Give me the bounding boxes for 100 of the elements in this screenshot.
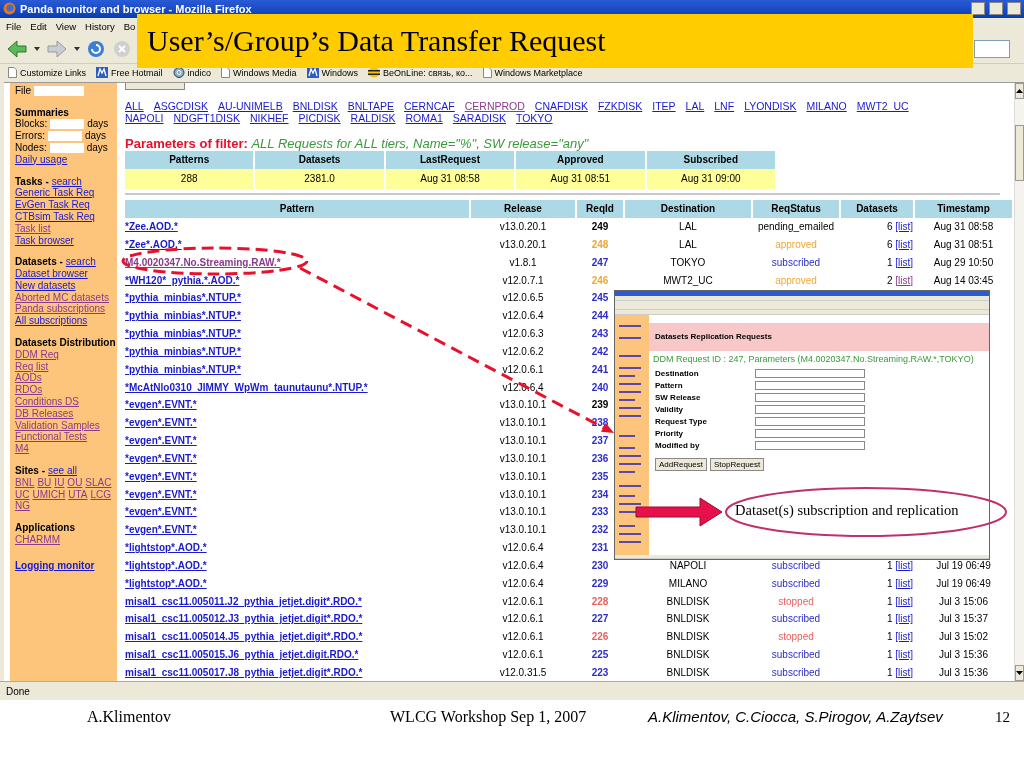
sidebar-link[interactable]: Aborted MC datasets <box>15 291 109 304</box>
sidebar-link[interactable]: Generic Task Req <box>15 187 95 200</box>
site-link[interactable]: NIKHEF <box>250 111 289 124</box>
pattern-link[interactable]: *lightstop*.AOD.* <box>125 542 207 554</box>
pattern-link[interactable]: *evgen*.EVNT.* <box>125 506 197 518</box>
menu-item[interactable]: View <box>55 21 77 33</box>
site-link[interactable]: BNLDISK <box>292 99 338 112</box>
pattern-link[interactable]: misal1_csc11.005011.J2_pythia_jetjet.digit*.RDO.* <box>125 595 362 607</box>
site-link[interactable]: ALL <box>125 99 144 112</box>
sidebar-link[interactable]: search <box>65 256 96 269</box>
site-link[interactable]: CERNCAF <box>403 99 455 112</box>
maximize-button[interactable] <box>989 2 1003 16</box>
sidebar-link[interactable]: SLAC <box>85 476 112 489</box>
sidebar-link[interactable]: Task list <box>15 222 51 235</box>
list-link[interactable]: [list] <box>895 256 913 268</box>
sidebar-link[interactable]: Logging monitor <box>15 559 95 572</box>
sidebar-link[interactable]: Dataset browser <box>15 268 88 280</box>
form-field[interactable] <box>755 440 865 450</box>
menu-item[interactable]: Bo <box>123 21 136 33</box>
sidebar-link[interactable]: Conditions DS <box>15 396 79 408</box>
sidebar-link[interactable]: IU <box>54 476 65 489</box>
sidebar-link[interactable]: M4 <box>15 443 29 456</box>
site-link[interactable]: SARADISK <box>452 111 506 124</box>
pattern-link[interactable]: *evgen*.EVNT.* <box>125 524 197 536</box>
scrollbar-thumb[interactable] <box>1015 124 1024 181</box>
pattern-link[interactable]: *pythia_minbias*.NTUP.* <box>125 363 241 375</box>
bookmark-link[interactable]: indico <box>187 67 212 78</box>
pattern-link[interactable]: misal1_csc11.005012.J3_pythia_jetjet.digit*.RDO.* <box>125 613 363 625</box>
pattern-link[interactable]: misal1_csc11.005017.J8_pythia_jetjet.digit*.RDO.* <box>125 666 363 678</box>
sidebar-link[interactable]: NG <box>15 500 30 513</box>
site-link[interactable]: RALDISK <box>350 111 396 124</box>
form-field[interactable] <box>755 416 865 426</box>
sidebar-link[interactable]: UC <box>15 488 30 501</box>
scroll-up-button[interactable] <box>1015 82 1024 99</box>
sidebar-link[interactable]: Req list <box>15 360 49 373</box>
sidebar-link[interactable]: EvGen Task Req <box>15 199 90 211</box>
sidebar-link[interactable]: search <box>51 175 82 188</box>
minimize-button[interactable] <box>971 2 985 16</box>
bookmark-link[interactable]: Windows <box>321 67 359 78</box>
sidebar-link[interactable]: All subscriptions <box>15 315 88 328</box>
list-link[interactable]: [list] <box>895 613 913 625</box>
menu-item[interactable]: History <box>85 21 115 33</box>
form-field[interactable] <box>755 368 865 378</box>
bookmark-link[interactable]: Free Hotmail <box>111 67 163 78</box>
list-link[interactable]: [list] <box>895 559 913 571</box>
file-field[interactable] <box>34 85 85 96</box>
site-link[interactable]: ROMA1 <box>405 111 443 124</box>
forward-icon[interactable] <box>46 39 68 60</box>
form-field[interactable] <box>755 392 865 402</box>
reload-icon[interactable] <box>86 39 106 60</box>
sidebar-link[interactable]: Validation Samples <box>15 419 100 432</box>
site-link[interactable]: LYONDISK <box>744 99 797 112</box>
sidebar-link[interactable]: Task browser <box>15 234 74 247</box>
caret-icon[interactable] <box>34 47 40 52</box>
pattern-link[interactable]: *WH120*_pythia.*.AOD.* <box>125 274 240 286</box>
pattern-link[interactable]: *Zee.AOD.* <box>125 221 178 233</box>
site-link[interactable]: LNF <box>714 99 735 112</box>
pattern-link[interactable]: *pythia_minbias*.NTUP.* <box>125 328 241 340</box>
site-link[interactable]: MILANO <box>806 99 847 112</box>
bookmark-link[interactable]: Customize Links <box>20 67 87 78</box>
close-button[interactable] <box>1007 2 1021 16</box>
sidebar-link[interactable]: DDM Req <box>15 348 59 361</box>
scroll-down-button[interactable] <box>1015 665 1024 682</box>
list-link[interactable]: [list] <box>895 666 913 678</box>
pattern-link[interactable]: *McAtNlo0310_JIMMY_WpWm_taunutaunu*.NTUP.* <box>125 381 368 393</box>
pattern-link[interactable]: *evgen*.EVNT.* <box>125 417 197 429</box>
pattern-link[interactable]: *evgen*.EVNT.* <box>125 488 197 500</box>
sidebar-link[interactable]: OU <box>67 476 83 489</box>
site-link[interactable]: NDGFT1DISK <box>173 111 241 124</box>
site-link[interactable]: ITEP <box>652 99 676 112</box>
site-link[interactable]: PICDISK <box>298 111 341 124</box>
pattern-link[interactable]: *pythia_minbias*.NTUP.* <box>125 310 241 322</box>
site-link[interactable]: NAPOLI <box>125 111 164 124</box>
form-field[interactable] <box>755 380 865 390</box>
list-link[interactable]: [list] <box>895 631 913 643</box>
list-link[interactable]: [list] <box>895 577 913 589</box>
pattern-link[interactable]: *evgen*.EVNT.* <box>125 470 197 482</box>
form-field[interactable] <box>755 428 865 438</box>
pattern-link[interactable]: *lightstop*.AOD.* <box>125 577 207 589</box>
bookmark-link[interactable]: BeOnLine: связь, ко... <box>383 67 473 78</box>
sidebar-link[interactable]: Daily usage <box>15 153 68 166</box>
days-field[interactable] <box>49 142 84 153</box>
days-field[interactable] <box>50 119 85 130</box>
sidebar-link[interactable]: AODs <box>15 372 42 385</box>
sidebar-link[interactable]: UTA <box>68 488 88 501</box>
pattern-link[interactable]: misal1_csc11.005014.J5_pythia_jetjet.digit*.RDO.* <box>125 631 363 643</box>
pattern-link[interactable]: *Zee*.AOD.* <box>125 238 182 250</box>
pattern-link[interactable]: *evgen*.EVNT.* <box>125 435 197 447</box>
site-link[interactable]: LAL <box>685 99 705 112</box>
form-field[interactable] <box>755 404 865 414</box>
site-link[interactable]: FZKDISK <box>597 99 643 112</box>
button[interactable] <box>125 82 185 90</box>
menu-item[interactable]: Edit <box>30 21 47 33</box>
list-link[interactable]: [list] <box>895 221 913 233</box>
list-link[interactable]: [list] <box>895 649 913 660</box>
list-link[interactable]: [list] <box>895 238 913 250</box>
sidebar-link[interactable]: RDOs <box>15 384 43 397</box>
bookmark-link[interactable]: Windows Marketplace <box>494 67 583 78</box>
pattern-link[interactable]: *evgen*.EVNT.* <box>125 399 197 411</box>
form-button[interactable]: AddRequest <box>655 457 708 471</box>
